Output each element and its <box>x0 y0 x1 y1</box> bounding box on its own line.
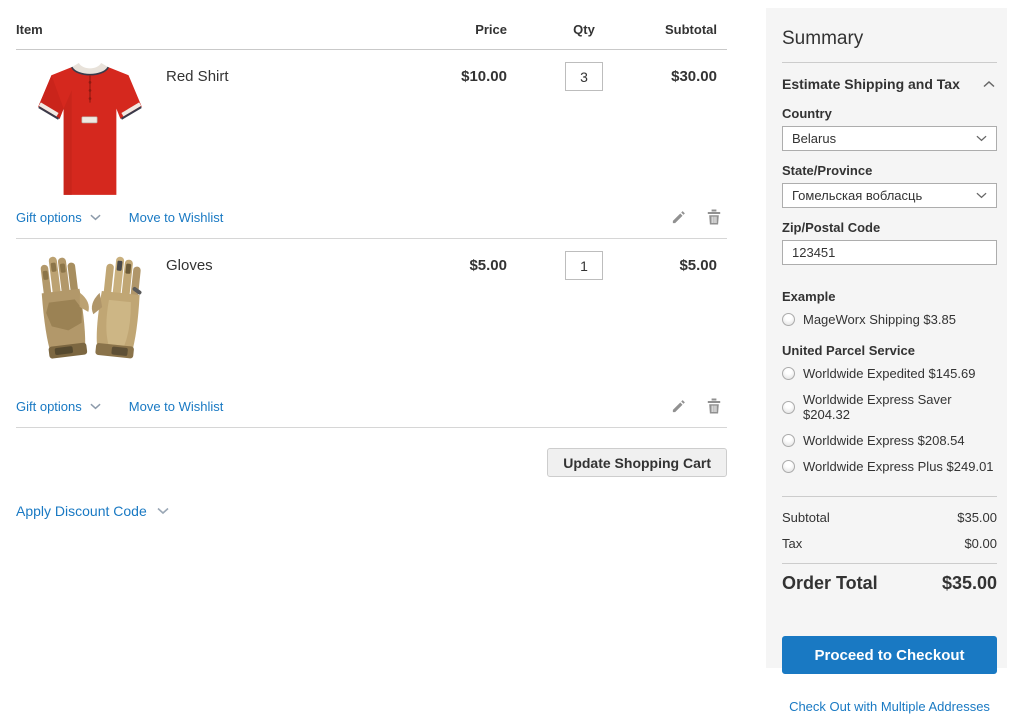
state-select[interactable]: Гомельская вобласць <box>782 183 997 208</box>
radio-icon[interactable] <box>782 367 795 380</box>
shipping-option-label: MageWorx Shipping $3.85 <box>803 312 956 327</box>
country-select-value: Belarus <box>792 131 976 146</box>
column-header-subtotal: Subtotal <box>567 22 727 37</box>
qty-input[interactable] <box>565 251 603 280</box>
chevron-up-icon <box>983 80 995 88</box>
zip-label: Zip/Postal Code <box>782 220 997 235</box>
estimate-shipping-toggle[interactable]: Estimate Shipping and Tax <box>782 63 997 94</box>
shipping-option-label: Worldwide Express Plus $249.01 <box>803 459 994 474</box>
chevron-down-icon <box>976 192 987 199</box>
item-price: $10.00 <box>367 60 507 202</box>
shipping-group-title-ups: United Parcel Service <box>782 343 997 358</box>
shipping-option-ww-expedited[interactable]: Worldwide Expedited $145.69 <box>782 361 997 387</box>
shipping-methods: Example MageWorx Shipping $3.85 United P… <box>782 289 997 480</box>
country-select[interactable]: Belarus <box>782 126 997 151</box>
cart-totals: Subtotal $35.00 Tax $0.00 Order Total $3… <box>782 496 997 604</box>
red-polo-shirt-illustration <box>31 60 149 202</box>
chevron-down-icon <box>90 214 101 221</box>
column-header-price: Price <box>367 22 507 37</box>
chevron-down-icon <box>976 135 987 142</box>
product-image-gloves[interactable] <box>16 249 164 391</box>
apply-discount-code-toggle[interactable]: Apply Discount Code <box>16 503 727 519</box>
shipping-option-ww-express[interactable]: Worldwide Express $208.54 <box>782 428 997 454</box>
order-total-label: Order Total <box>782 573 878 594</box>
proceed-to-checkout-button[interactable]: Proceed to Checkout <box>782 636 997 674</box>
subtotal-label: Subtotal <box>782 510 830 525</box>
shipping-option-label: Worldwide Express $208.54 <box>803 433 965 448</box>
radio-icon[interactable] <box>782 313 795 326</box>
tax-label: Tax <box>782 536 802 551</box>
product-image-red-shirt[interactable] <box>16 60 164 202</box>
shipping-option-ww-express-plus[interactable]: Worldwide Express Plus $249.01 <box>782 454 997 480</box>
item-subtotal: $5.00 <box>661 249 727 391</box>
country-label: Country <box>782 106 997 121</box>
gift-options-toggle[interactable]: Gift options <box>16 399 101 414</box>
product-name[interactable]: Gloves <box>164 249 213 391</box>
shipping-option-mageworx[interactable]: MageWorx Shipping $3.85 <box>782 307 997 333</box>
delete-item-icon[interactable] <box>705 397 723 415</box>
state-label: State/Province <box>782 163 997 178</box>
cart-item-red-shirt: Red Shirt $10.00 $30.00 Gift options Mov… <box>16 50 727 239</box>
item-price: $5.00 <box>367 249 507 391</box>
item-subtotal: $30.00 <box>661 60 727 202</box>
gift-options-toggle[interactable]: Gift options <box>16 210 101 225</box>
shipping-option-ww-express-saver[interactable]: Worldwide Express Saver $204.32 <box>782 387 997 428</box>
shipping-group-title-example: Example <box>782 289 997 304</box>
edit-item-icon[interactable] <box>669 208 687 226</box>
edit-item-icon[interactable] <box>669 397 687 415</box>
radio-icon[interactable] <box>782 434 795 447</box>
multiple-addresses-link[interactable]: Check Out with Multiple Addresses <box>789 699 990 714</box>
delete-item-icon[interactable] <box>705 208 723 226</box>
gift-options-label: Gift options <box>16 399 82 414</box>
order-total-value: $35.00 <box>942 573 997 594</box>
product-name[interactable]: Red Shirt <box>164 60 229 202</box>
shipping-option-label: Worldwide Express Saver $204.32 <box>803 392 997 422</box>
subtotal-value: $35.00 <box>957 510 997 525</box>
move-to-wishlist-link[interactable]: Move to Wishlist <box>129 399 224 414</box>
chevron-down-icon <box>157 507 169 515</box>
radio-icon[interactable] <box>782 401 795 414</box>
column-header-item: Item <box>16 22 367 37</box>
state-select-value: Гомельская вобласць <box>792 188 976 203</box>
shipping-option-label: Worldwide Expedited $145.69 <box>803 366 976 381</box>
gift-options-label: Gift options <box>16 210 82 225</box>
zip-input[interactable] <box>782 240 997 265</box>
summary-title: Summary <box>782 20 997 62</box>
update-shopping-cart-button[interactable]: Update Shopping Cart <box>547 448 727 477</box>
radio-icon[interactable] <box>782 460 795 473</box>
order-summary-panel: Summary Estimate Shipping and Tax Countr… <box>766 8 1007 668</box>
shopping-cart-table: Item Price Qty Subtotal <box>16 0 727 519</box>
tan-gloves-illustration <box>23 249 157 373</box>
cart-item-gloves: Gloves $5.00 $5.00 Gift options Move to … <box>16 239 727 428</box>
estimate-shipping-label: Estimate Shipping and Tax <box>782 76 960 92</box>
cart-table-header: Item Price Qty Subtotal <box>16 0 727 50</box>
move-to-wishlist-link[interactable]: Move to Wishlist <box>129 210 224 225</box>
chevron-down-icon <box>90 403 101 410</box>
tax-value: $0.00 <box>964 536 997 551</box>
apply-discount-code-label: Apply Discount Code <box>16 503 147 519</box>
qty-input[interactable] <box>565 62 603 91</box>
